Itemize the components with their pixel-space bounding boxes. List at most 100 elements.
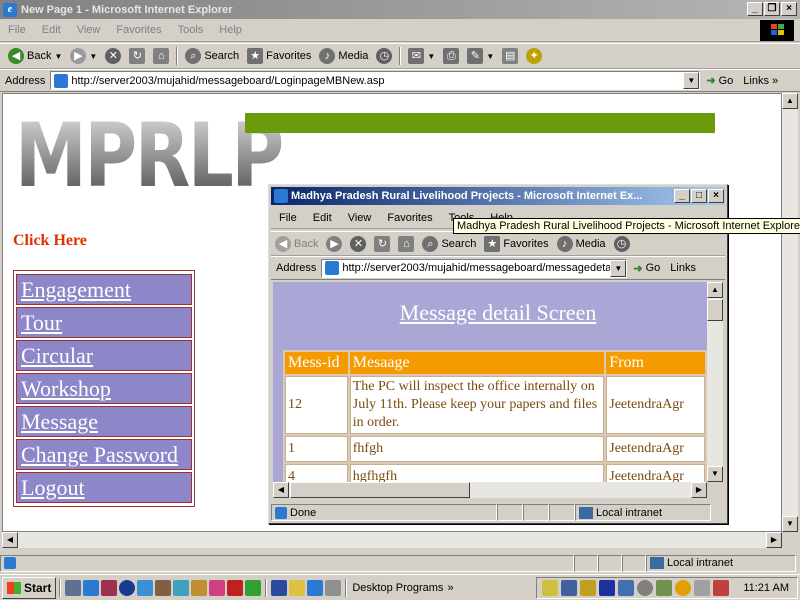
nav-message[interactable]: Message xyxy=(16,406,192,437)
address-field[interactable]: ▼ xyxy=(50,71,701,90)
nav-change-password[interactable]: Change Password xyxy=(16,439,192,470)
tray-messenger-icon[interactable] xyxy=(675,580,692,596)
scroll-up-button[interactable]: ▲ xyxy=(782,93,798,109)
taskbar-folder-icon[interactable] xyxy=(289,579,306,596)
taskbar-ie-icon[interactable] xyxy=(307,579,324,596)
search-button[interactable]: ⌕ Search xyxy=(181,45,243,67)
click-here-link[interactable]: Click Here xyxy=(13,232,87,250)
popup-menu-view[interactable]: View xyxy=(340,212,380,224)
menu-favorites[interactable]: Favorites xyxy=(108,24,169,36)
nav-circular[interactable]: Circular xyxy=(16,340,192,371)
quicklaunch-download-icon[interactable] xyxy=(245,579,262,596)
popup-address-field[interactable]: ▼ xyxy=(321,258,628,278)
popup-media-button[interactable]: ♪ Media xyxy=(553,233,610,255)
popup-refresh-button[interactable]: ↻ xyxy=(370,233,394,255)
popup-hscroll-thumb[interactable] xyxy=(290,482,470,498)
quicklaunch-color-icon[interactable] xyxy=(209,579,226,596)
nav-engagement[interactable]: Engagement xyxy=(16,274,192,305)
tray-app2-icon[interactable] xyxy=(713,580,730,596)
popup-address-dropdown-button[interactable]: ▼ xyxy=(610,259,627,277)
quicklaunch-tool-icon[interactable] xyxy=(155,579,172,596)
popup-favorites-button[interactable]: ★ Favorites xyxy=(480,233,552,255)
popup-scroll-up-button[interactable]: ▲ xyxy=(707,282,723,298)
taskbar-word-icon[interactable] xyxy=(271,579,288,596)
menu-tools[interactable]: Tools xyxy=(170,24,212,36)
popup-address-input[interactable] xyxy=(342,262,613,274)
horizontal-scrollbar[interactable]: ◀ ▶ xyxy=(2,532,782,548)
tray-sync-icon[interactable] xyxy=(656,580,673,596)
volume-icon[interactable] xyxy=(542,580,559,596)
tray-app-icon[interactable] xyxy=(580,580,597,596)
quicklaunch-info-icon[interactable] xyxy=(119,579,136,596)
edit-button[interactable]: ✎ ▼ xyxy=(463,45,498,67)
popup-search-button[interactable]: ⌕ Search xyxy=(418,233,480,255)
network-icon[interactable] xyxy=(561,580,578,596)
popup-scroll-down-button[interactable]: ▼ xyxy=(707,466,723,482)
popup-scroll-right-button[interactable]: ▶ xyxy=(691,482,707,498)
minimize-button[interactable]: _ xyxy=(747,2,763,16)
popup-maximize-button[interactable]: □ xyxy=(691,189,707,203)
home-button[interactable]: ⌂ xyxy=(149,45,173,67)
popup-stop-button[interactable]: ✕ xyxy=(346,233,370,255)
clock[interactable]: 11:21 AM xyxy=(743,582,789,594)
window-title-bar[interactable]: e New Page 1 - Microsoft Internet Explor… xyxy=(0,0,800,19)
mail-button[interactable]: ✉ ▼ xyxy=(404,45,439,67)
tray-clock-icon[interactable] xyxy=(637,580,654,596)
popup-minimize-button[interactable]: _ xyxy=(674,189,690,203)
nav-workshop[interactable]: Workshop xyxy=(16,373,192,404)
quicklaunch-app-icon[interactable] xyxy=(101,579,118,596)
quicklaunch-paint-icon[interactable] xyxy=(191,579,208,596)
messenger-button[interactable]: ✦ xyxy=(522,45,546,67)
favorites-button[interactable]: ★ Favorites xyxy=(243,45,315,67)
scroll-right-button[interactable]: ▶ xyxy=(766,532,782,548)
refresh-button[interactable]: ↻ xyxy=(125,45,149,67)
popup-go-button[interactable]: ➜ Go xyxy=(633,262,660,275)
popup-vertical-scrollbar[interactable]: ▲ ▼ xyxy=(707,282,723,482)
nav-tour[interactable]: Tour xyxy=(16,307,192,338)
popup-scroll-thumb[interactable] xyxy=(707,299,723,321)
stop-button[interactable]: ✕ xyxy=(101,45,125,67)
go-button[interactable]: ➜ Go xyxy=(706,74,733,88)
nav-logout[interactable]: Logout xyxy=(16,472,192,503)
popup-links-button[interactable]: Links xyxy=(670,262,696,274)
popup-close-button[interactable]: × xyxy=(708,189,724,203)
scroll-down-button[interactable]: ▼ xyxy=(782,516,798,532)
tray-shield-icon[interactable] xyxy=(599,580,616,596)
history-button[interactable]: ◷ xyxy=(372,45,396,67)
popup-menu-file[interactable]: File xyxy=(271,212,305,224)
menu-edit[interactable]: Edit xyxy=(34,24,69,36)
vertical-scrollbar[interactable]: ▲ ▼ xyxy=(782,93,798,532)
quicklaunch-ie-icon[interactable] xyxy=(83,579,100,596)
popup-horizontal-scrollbar[interactable]: ◀ ▶ xyxy=(273,482,707,498)
start-button[interactable]: Start xyxy=(2,576,57,599)
print-button[interactable]: ⎙ xyxy=(439,45,463,67)
media-button[interactable]: ♪ Media xyxy=(315,45,372,67)
quicklaunch-desktop-icon[interactable] xyxy=(65,579,82,596)
menu-view[interactable]: View xyxy=(69,24,109,36)
menu-file[interactable]: File xyxy=(0,24,34,36)
quicklaunch-outlook-icon[interactable] xyxy=(137,579,154,596)
discuss-button[interactable]: ▤ xyxy=(498,45,522,67)
forward-button[interactable]: ▶ ▼ xyxy=(66,45,101,67)
scroll-left-button[interactable]: ◀ xyxy=(2,532,18,548)
desktop-programs-toolbar[interactable]: Desktop Programs xyxy=(352,582,443,594)
popup-home-button[interactable]: ⌂ xyxy=(394,233,418,255)
back-button[interactable]: ◀ Back ▼ xyxy=(4,45,66,67)
quicklaunch-media-icon[interactable] xyxy=(173,579,190,596)
links-button[interactable]: Links » xyxy=(743,75,778,87)
popup-menu-favorites[interactable]: Favorites xyxy=(379,212,440,224)
taskbar-arrange-icon[interactable] xyxy=(325,579,342,596)
popup-scroll-left-button[interactable]: ◀ xyxy=(273,482,289,498)
restore-button[interactable]: ❐ xyxy=(764,2,780,16)
popup-history-button[interactable]: ◷ xyxy=(610,233,634,255)
popup-forward-button[interactable]: ▶ xyxy=(322,233,346,255)
address-dropdown-button[interactable]: ▼ xyxy=(683,72,700,89)
menu-help[interactable]: Help xyxy=(211,24,250,36)
popup-title-bar[interactable]: Madhya Pradesh Rural Livelihood Projects… xyxy=(271,187,725,205)
quicklaunch-link-icon[interactable] xyxy=(227,579,244,596)
close-button[interactable]: × xyxy=(781,2,797,16)
tray-globe-icon[interactable] xyxy=(618,580,635,596)
address-input[interactable] xyxy=(71,74,672,87)
tray-mail-icon[interactable] xyxy=(694,580,711,596)
popup-menu-edit[interactable]: Edit xyxy=(305,212,340,224)
